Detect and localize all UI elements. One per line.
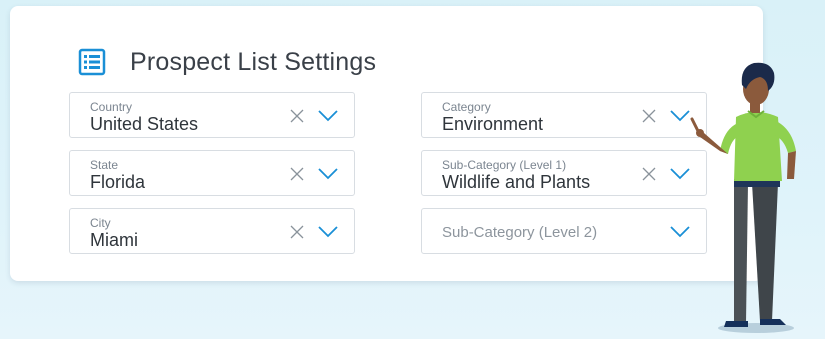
subcategory-level2-placeholder: Sub-Category (Level 2) (442, 224, 598, 241)
country-select[interactable]: Country United States (69, 92, 355, 138)
category-select[interactable]: Category Environment (421, 92, 707, 138)
country-label: Country (90, 100, 133, 114)
chevron-down-icon[interactable] (318, 110, 338, 122)
category-label: Category (442, 100, 491, 114)
clear-icon[interactable] (290, 225, 304, 239)
clear-icon[interactable] (290, 109, 304, 123)
clear-icon[interactable] (642, 167, 656, 181)
title-row: Prospect List Settings (78, 44, 376, 80)
chevron-down-icon[interactable] (670, 168, 690, 180)
subcategory-level1-value: Wildlife and Plants (442, 172, 591, 192)
chevron-down-icon[interactable] (318, 226, 338, 238)
clear-icon[interactable] (642, 109, 656, 123)
subcategory-level1-select[interactable]: Sub-Category (Level 1) Wildlife and Plan… (421, 150, 707, 196)
state-select[interactable]: State Florida (69, 150, 355, 196)
city-label: City (90, 216, 111, 230)
chevron-down-icon[interactable] (670, 226, 690, 238)
settings-card: Prospect List Settings Country United St… (10, 6, 763, 281)
chevron-down-icon[interactable] (318, 168, 338, 180)
subcategory-level1-label: Sub-Category (Level 1) (442, 158, 567, 172)
subcategory-level2-select[interactable]: Sub-Category (Level 2) (421, 208, 707, 254)
state-label: State (90, 158, 119, 172)
clear-icon[interactable] (290, 167, 304, 181)
category-value: Environment (442, 114, 544, 134)
country-value: United States (90, 114, 199, 134)
state-value: Florida (90, 172, 146, 192)
city-value: Miami (90, 230, 138, 250)
city-select[interactable]: City Miami (69, 208, 355, 254)
page-title: Prospect List Settings (130, 47, 377, 76)
chevron-down-icon[interactable] (670, 110, 690, 122)
list-icon (78, 48, 106, 76)
person-illustration (690, 62, 796, 333)
